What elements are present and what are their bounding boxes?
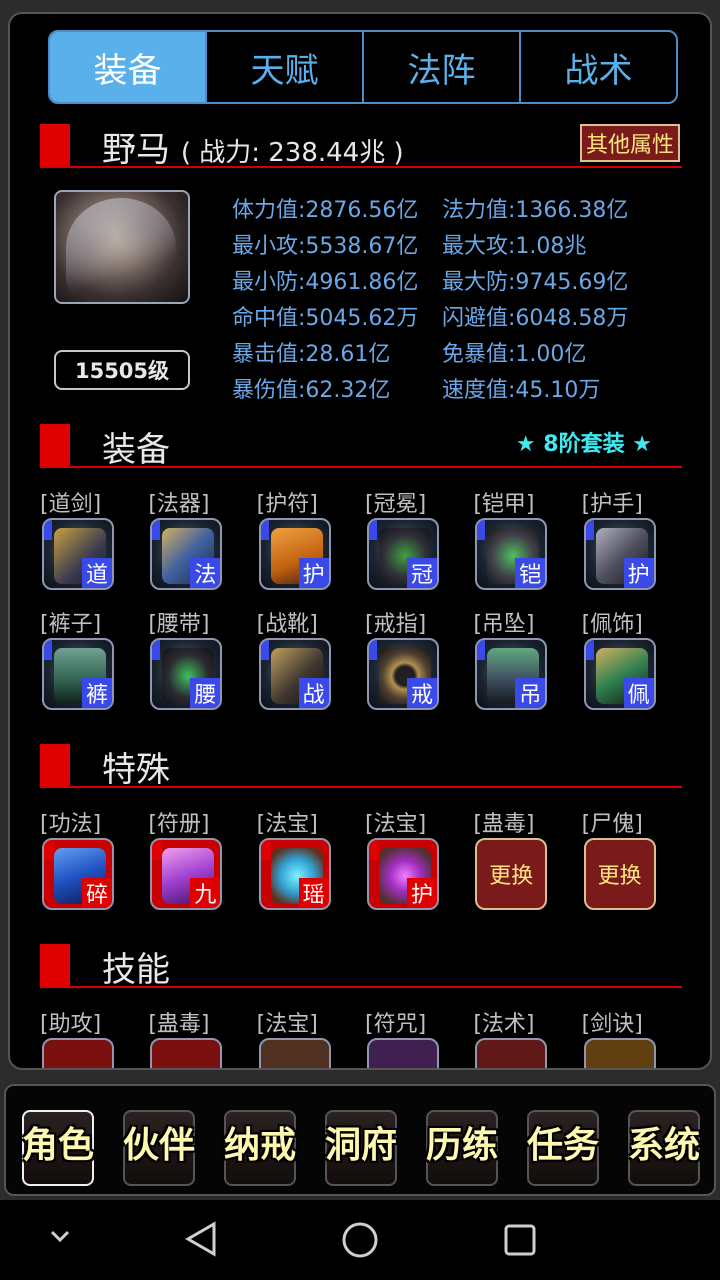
- special-slot-treasure-2[interactable]: [法宝] 护: [363, 806, 471, 926]
- special-slot-treasure-1[interactable]: [法宝] 瑶: [255, 806, 363, 926]
- skill-slot-poison[interactable]: [蛊毒]: [146, 1006, 254, 1068]
- chevron-down-icon[interactable]: [48, 1228, 72, 1244]
- nav-character-label[interactable]: 角色: [3, 1116, 113, 1168]
- skill-slot-sword-art[interactable]: [剑诀]: [580, 1006, 688, 1068]
- skill-slot-assist[interactable]: [助攻]: [38, 1006, 146, 1068]
- avatar[interactable]: [54, 190, 190, 304]
- combat-power: ( 战力: 238.44兆 ): [180, 138, 404, 168]
- main-frame: 装备 天赋 法阵 战术 野马 ( 战力: 238.44兆 ) 其他属性 1550…: [0, 0, 720, 1078]
- stat-min-defense: 最小防:4961.86亿: [232, 270, 419, 295]
- stat-speed: 速度值:45.10万: [442, 378, 601, 403]
- special-slot-technique[interactable]: [功法] 碎: [38, 806, 146, 926]
- equip-slot-boots[interactable]: [战靴] 战: [255, 606, 363, 726]
- stat-min-attack: 最小攻:5538.67亿: [232, 234, 419, 259]
- stat-crit-damage: 暴伤值:62.32亿: [232, 378, 391, 403]
- recents-icon[interactable]: [502, 1222, 538, 1258]
- tab-equipment[interactable]: 装备: [50, 32, 205, 102]
- stat-max-attack: 最大攻:1.08兆: [442, 234, 587, 259]
- nav-quest-label[interactable]: 任务: [508, 1116, 618, 1168]
- stat-hit: 命中值:5045.62万: [232, 306, 419, 331]
- skill-slot-treasure[interactable]: [法宝]: [255, 1006, 363, 1068]
- special-slot-poison[interactable]: [蛊毒] 更换: [471, 806, 579, 926]
- section-marker: [40, 744, 70, 786]
- stat-mp: 法力值:1366.38亿: [442, 198, 629, 223]
- stat-crit: 暴击值:28.61亿: [232, 342, 391, 367]
- tab-talent[interactable]: 天赋: [205, 32, 362, 102]
- special-slot-puppet[interactable]: [尸傀] 更换: [580, 806, 688, 926]
- section-title: 装备: [102, 430, 170, 470]
- equip-slot-pendant[interactable]: [吊坠] 吊: [471, 606, 579, 726]
- skill-slot-spell-charm[interactable]: [符咒]: [363, 1006, 471, 1068]
- equip-slot-artifact[interactable]: [法器] 法: [146, 486, 254, 606]
- section-title: 技能: [102, 950, 170, 990]
- equip-slot-accessory[interactable]: [佩饰] 佩: [580, 606, 688, 726]
- section-marker: [40, 944, 70, 986]
- stat-max-defense: 最大防:9745.69亿: [442, 270, 629, 295]
- skills-section-header: 技能: [40, 944, 682, 990]
- equip-slot-sword[interactable]: [道剑] 道: [38, 486, 146, 606]
- equip-slot-gauntlet[interactable]: [护手] 护: [580, 486, 688, 606]
- special-section-header: 特殊: [40, 744, 682, 790]
- character-name: 野马: [102, 130, 170, 170]
- swap-button[interactable]: 更换: [475, 838, 548, 910]
- section-marker: [40, 424, 70, 466]
- suit-set-label: ★ 8阶套装 ★: [515, 432, 652, 457]
- home-icon[interactable]: [340, 1220, 380, 1260]
- nav-partner-label[interactable]: 伙伴: [104, 1116, 214, 1168]
- character-header: 野马 ( 战力: 238.44兆 ) 其他属性: [40, 124, 682, 170]
- system-navigation-bar: [0, 1200, 720, 1280]
- equip-slot-ring[interactable]: [戒指] 戒: [363, 606, 471, 726]
- bottom-nav: 角色 伙伴 纳戒 洞府 历练 任务 系统: [0, 1078, 720, 1200]
- back-icon[interactable]: [182, 1220, 220, 1258]
- stats-table: 体力值:2876.56亿 法力值:1366.38亿 最小攻:5538.67亿 最大攻…: [232, 190, 652, 406]
- stat-crit-resist: 免暴值:1.00亿: [442, 342, 587, 367]
- level-badge: 15505级: [54, 350, 190, 390]
- nav-cave-label[interactable]: 洞府: [306, 1116, 416, 1168]
- skills-grid: [助攻] [蛊毒] [法宝] [符咒] [法术] [剑诀]: [38, 1006, 688, 1068]
- nav-training-label[interactable]: 历练: [407, 1116, 517, 1168]
- stat-hp: 体力值:2876.56亿: [232, 198, 419, 223]
- equip-slot-armor[interactable]: [铠甲] 铠: [471, 486, 579, 606]
- special-grid: [功法] 碎 [符册] 九 [法宝] 瑶 [法宝] 护 [蛊毒] 更换 [尸傀] 更换: [38, 806, 688, 926]
- stat-dodge: 闪避值:6048.58万: [442, 306, 629, 331]
- tab-formation[interactable]: 法阵: [362, 32, 519, 102]
- skill-slot-magic[interactable]: [法术]: [471, 1006, 579, 1068]
- equip-slot-crown[interactable]: [冠冕] 冠: [363, 486, 471, 606]
- character-panel: 装备 天赋 法阵 战术 野马 ( 战力: 238.44兆 ) 其他属性 1550…: [8, 12, 712, 1070]
- other-attributes-button[interactable]: 其他属性: [580, 124, 680, 162]
- section-title: 特殊: [102, 750, 170, 790]
- equip-slot-pants[interactable]: [裤子] 裤: [38, 606, 146, 726]
- tab-tactics[interactable]: 战术: [519, 32, 676, 102]
- swap-button[interactable]: 更换: [583, 838, 656, 910]
- nav-ring-storage-label[interactable]: 纳戒: [205, 1116, 315, 1168]
- equip-slot-belt[interactable]: [腰带] 腰: [146, 606, 254, 726]
- section-marker: [40, 124, 70, 166]
- tab-bar: 装备 天赋 法阵 战术: [48, 30, 678, 104]
- equip-slot-talisman[interactable]: [护符] 护: [255, 486, 363, 606]
- equipment-grid: [道剑] 道 [法器] 法 [护符] 护 [冠冕] 冠 [铠甲] 铠 [护手] 护 [裤子]…: [38, 486, 688, 726]
- equipment-section-header: 装备 ★ 8阶套装 ★: [40, 424, 682, 470]
- special-slot-scroll[interactable]: [符册] 九: [146, 806, 254, 926]
- nav-system-label[interactable]: 系统: [609, 1116, 719, 1168]
